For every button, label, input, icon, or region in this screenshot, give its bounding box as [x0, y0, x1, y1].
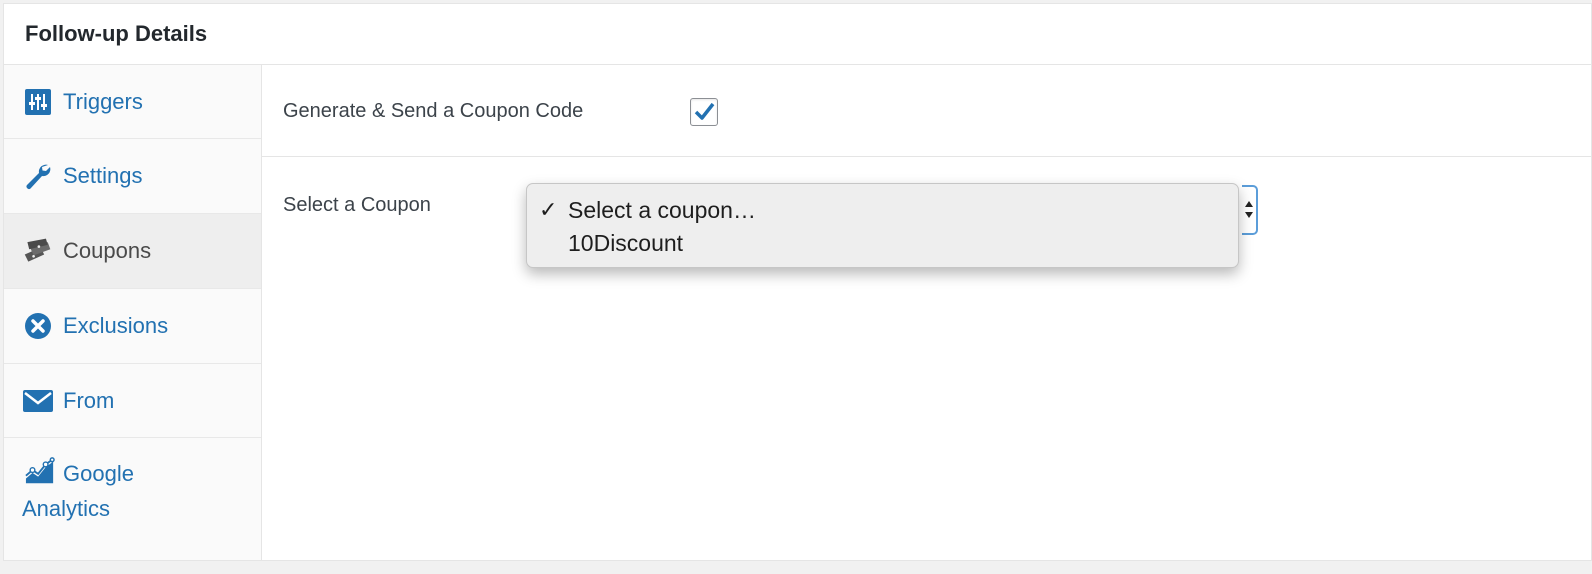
follow-up-details-panel: Follow-up Details Triggers Settings Coup…	[3, 3, 1592, 561]
sliders-icon	[23, 87, 53, 117]
tab-from[interactable]: From	[4, 364, 261, 438]
tab-label: Settings	[63, 163, 143, 188]
coupon-option-10discount[interactable]: 10Discount	[568, 230, 683, 257]
tickets-icon	[23, 236, 53, 266]
selected-check-icon: ✓	[539, 197, 558, 222]
generate-coupon-row: Generate & Send a Coupon Code	[262, 65, 1591, 157]
wrench-icon	[23, 161, 53, 191]
checkmark-icon	[694, 102, 715, 120]
tab-google-analytics[interactable]: Google Analytics	[4, 438, 261, 542]
tab-settings[interactable]: Settings	[4, 139, 261, 214]
tab-label: From	[63, 387, 115, 413]
select-coupon-label: Select a Coupon	[283, 194, 431, 216]
coupon-dropdown-menu: ✓ Select a coupon… 10Discount	[526, 183, 1239, 268]
tab-exclusions[interactable]: Exclusions	[4, 289, 261, 364]
envelope-icon	[23, 386, 53, 416]
x-circle-icon	[23, 311, 53, 341]
panel-title: Follow-up Details	[4, 4, 1591, 65]
generate-coupon-label: Generate & Send a Coupon Code	[283, 100, 584, 122]
coupon-select[interactable]	[1242, 185, 1258, 235]
tab-label-line2: Analytics	[22, 496, 111, 521]
chart-icon	[25, 456, 55, 486]
tab-coupons[interactable]: Coupons	[4, 214, 261, 289]
tab-label-line1: Google	[63, 461, 134, 486]
tab-sidebar: Triggers Settings Coupons Exclusions Fro…	[4, 65, 262, 560]
generate-coupon-checkbox[interactable]	[690, 98, 718, 126]
coupons-content: Generate & Send a Coupon Code Select a C…	[262, 65, 1591, 560]
tab-label: Coupons	[63, 238, 152, 263]
select-arrows-icon	[1245, 201, 1253, 218]
tab-label: Triggers	[63, 88, 143, 114]
coupon-option-placeholder[interactable]: Select a coupon…	[568, 197, 756, 224]
tab-triggers[interactable]: Triggers	[4, 65, 261, 139]
tab-label: Exclusions	[63, 313, 169, 338]
